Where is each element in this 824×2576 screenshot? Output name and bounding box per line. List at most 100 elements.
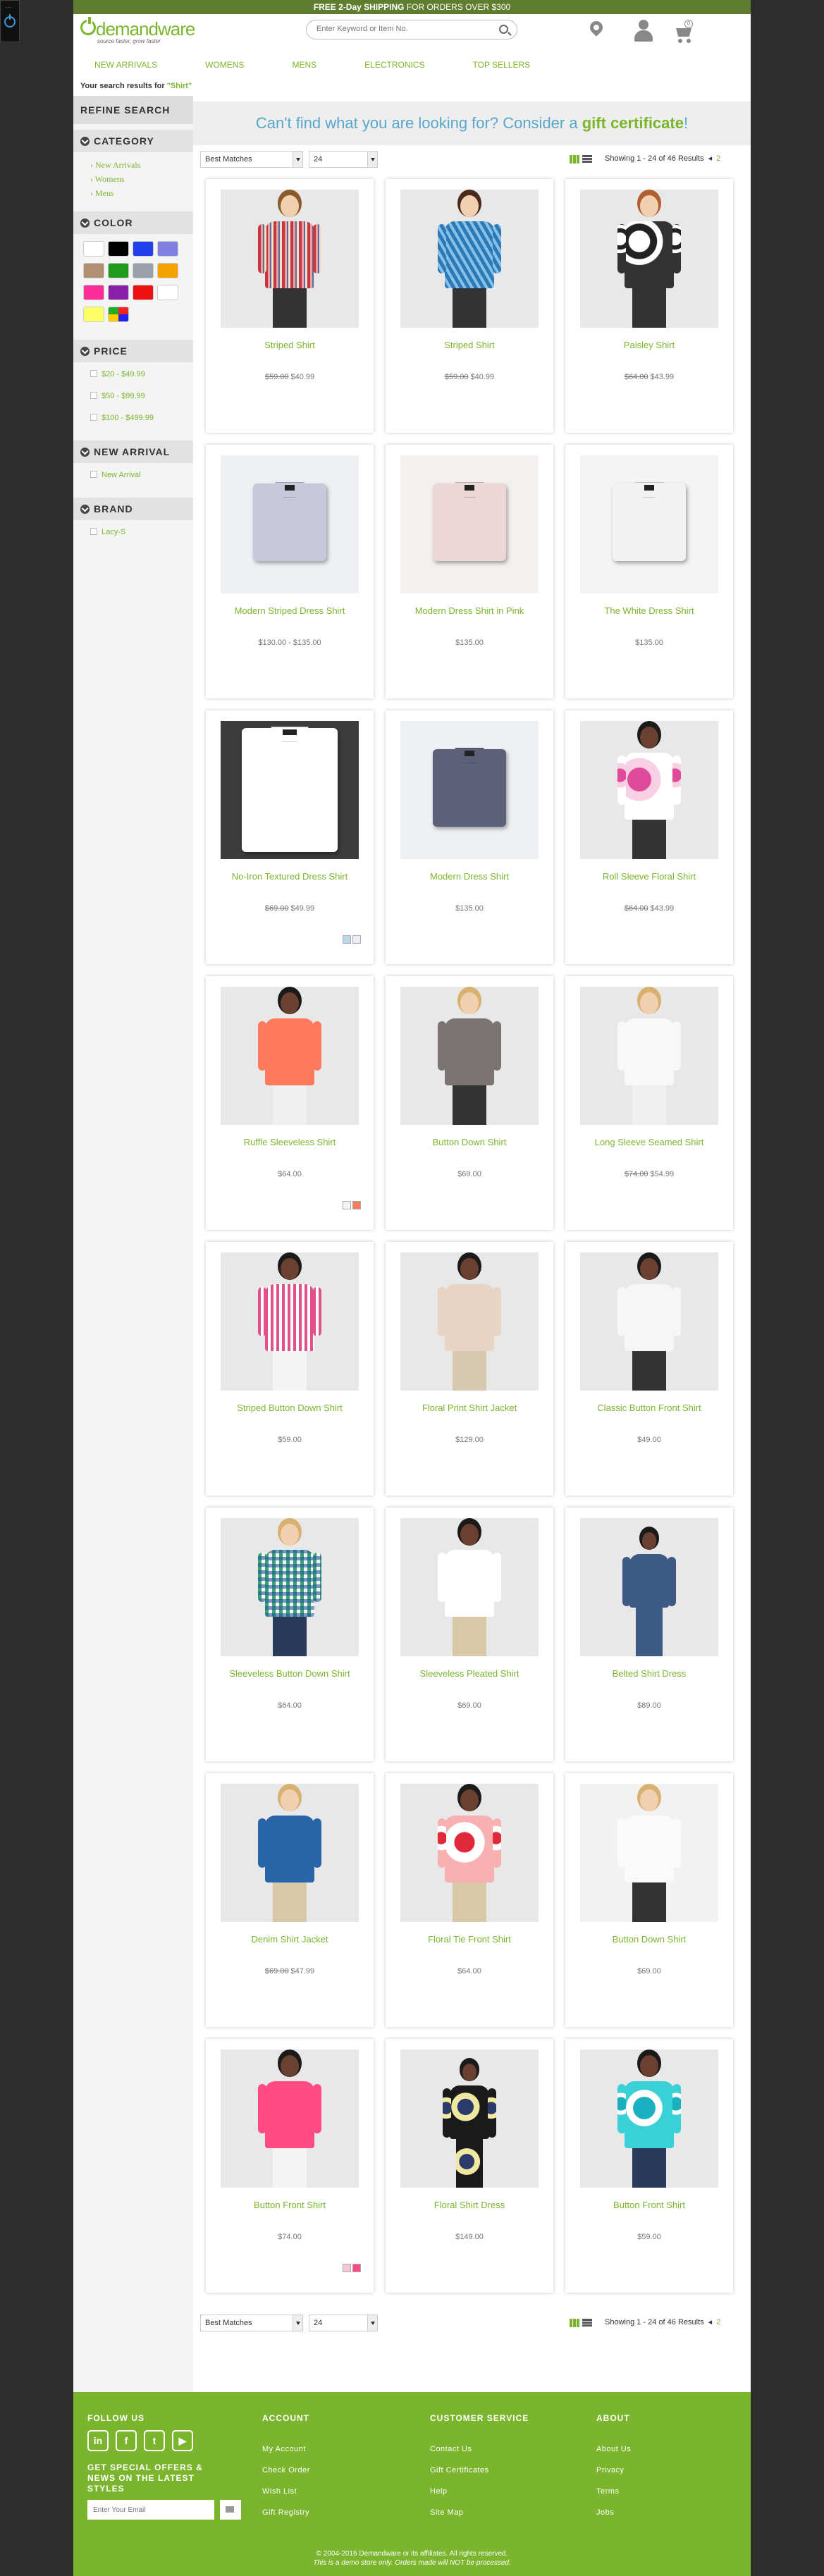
- product-image[interactable]: [221, 2050, 359, 2188]
- logo[interactable]: demandware source faster, grow faster: [80, 17, 195, 47]
- category-header[interactable]: CATEGORY: [73, 130, 193, 152]
- sort-select[interactable]: Best Matches: [200, 151, 303, 168]
- footer-link[interactable]: Gift Registry: [262, 2502, 310, 2523]
- product-image[interactable]: [221, 721, 359, 859]
- product-image[interactable]: [580, 1252, 718, 1391]
- product-name[interactable]: Long Sleeve Seamed Shirt: [565, 1137, 733, 1147]
- footer-link[interactable]: Contact Us: [430, 2439, 529, 2460]
- nav-mens[interactable]: MENS: [292, 51, 316, 79]
- product-name[interactable]: Button Down Shirt: [386, 1137, 553, 1147]
- product-name[interactable]: Ruffle Sleeveless Shirt: [206, 1137, 374, 1147]
- product-name[interactable]: No-Iron Textured Dress Shirt: [206, 871, 374, 882]
- color-swatch[interactable]: [83, 263, 104, 278]
- product-tile[interactable]: Paisley Shirt $64.00 $43.99: [565, 179, 733, 433]
- product-tile[interactable]: Sleeveless Button Down Shirt $64.00: [206, 1508, 374, 1761]
- footer-link[interactable]: Site Map: [430, 2502, 529, 2523]
- product-image[interactable]: [221, 1518, 359, 1656]
- product-tile[interactable]: Button Front Shirt $74.00: [206, 2039, 374, 2293]
- color-swatch[interactable]: [108, 285, 129, 300]
- product-image[interactable]: [221, 190, 359, 328]
- product-tile[interactable]: Button Down Shirt $69.00: [386, 976, 553, 1230]
- color-swatch[interactable]: [157, 285, 178, 300]
- product-image[interactable]: [580, 987, 718, 1125]
- product-tile[interactable]: The White Dress Shirt $135.00: [565, 445, 733, 698]
- footer-link[interactable]: My Account: [262, 2439, 310, 2460]
- product-tile[interactable]: Modern Dress Shirt in Pink $135.00: [386, 445, 553, 698]
- product-name[interactable]: Classic Button Front Shirt: [565, 1403, 733, 1413]
- pagination-left-icon[interactable]: ◂: [708, 2318, 713, 2327]
- product-name[interactable]: Modern Striped Dress Shirt: [206, 605, 374, 616]
- product-name[interactable]: Paisley Shirt: [565, 340, 733, 350]
- product-tile[interactable]: Roll Sleeve Floral Shirt $64.00 $43.99: [565, 710, 733, 964]
- color-swatch[interactable]: [83, 285, 104, 300]
- product-image[interactable]: [580, 721, 718, 859]
- color-swatch[interactable]: [157, 241, 178, 257]
- color-swatch[interactable]: [133, 285, 154, 300]
- product-tile[interactable]: Striped Shirt $59.00 $40.99: [206, 179, 374, 433]
- product-tile[interactable]: Modern Striped Dress Shirt $130.00 - $135…: [206, 445, 374, 698]
- side-widget[interactable]: ···: [0, 0, 20, 42]
- color-swatch[interactable]: [83, 307, 104, 322]
- product-image[interactable]: [580, 190, 718, 328]
- new-arrival-header[interactable]: NEW ARRIVAL: [73, 440, 193, 463]
- pagination-left-icon[interactable]: ◂: [708, 154, 713, 163]
- color-swatch[interactable]: [133, 241, 154, 257]
- product-tile[interactable]: Striped Button Down Shirt $59.00: [206, 1242, 374, 1496]
- product-tile[interactable]: Denim Shirt Jacket $69.00 $47.99: [206, 1773, 374, 2027]
- category-item[interactable]: New Arrivals: [90, 158, 193, 172]
- product-tile[interactable]: No-Iron Textured Dress Shirt $69.00 $49.99: [206, 710, 374, 964]
- product-swatch[interactable]: [352, 2264, 361, 2272]
- cart-icon[interactable]: 0: [673, 20, 694, 44]
- pagination-page-link[interactable]: 2: [716, 2318, 720, 2327]
- brand-filter[interactable]: Lacy-S: [90, 522, 193, 543]
- footer-link[interactable]: Privacy: [596, 2460, 631, 2481]
- product-swatch[interactable]: [343, 2264, 351, 2272]
- product-image[interactable]: [580, 1784, 718, 1922]
- product-swatch[interactable]: [343, 935, 351, 944]
- grid-view-icon[interactable]: [570, 155, 579, 164]
- footer-link[interactable]: Wish List: [262, 2481, 310, 2502]
- product-name[interactable]: Roll Sleeve Floral Shirt: [565, 871, 733, 882]
- page-size-select[interactable]: 24: [309, 2315, 378, 2331]
- product-image[interactable]: [580, 455, 718, 593]
- checkbox[interactable]: [90, 528, 97, 535]
- price-filter[interactable]: $50 - $99.99: [90, 386, 193, 407]
- product-name[interactable]: Button Front Shirt: [565, 2200, 733, 2210]
- color-swatch[interactable]: [108, 241, 129, 257]
- checkbox[interactable]: [90, 414, 97, 421]
- product-tile[interactable]: Floral Tie Front Shirt $64.00: [386, 1773, 553, 2027]
- nav-top-sellers[interactable]: TOP SELLERS: [473, 51, 531, 79]
- product-name[interactable]: Belted Shirt Dress: [565, 1668, 733, 1679]
- product-name[interactable]: Modern Dress Shirt in Pink: [386, 605, 553, 616]
- product-tile[interactable]: Classic Button Front Shirt $49.00: [565, 1242, 733, 1496]
- product-name[interactable]: Sleeveless Button Down Shirt: [206, 1668, 374, 1679]
- product-name[interactable]: Striped Shirt: [386, 340, 553, 350]
- product-image[interactable]: [400, 190, 539, 328]
- color-swatch[interactable]: [108, 307, 129, 322]
- price-filter[interactable]: $100 - $499.99: [90, 407, 193, 429]
- product-image[interactable]: [400, 455, 539, 593]
- page-size-select[interactable]: 24: [309, 151, 378, 168]
- store-locator-icon[interactable]: [587, 18, 605, 37]
- product-tile[interactable]: Floral Print Shirt Jacket $129.00: [386, 1242, 553, 1496]
- product-image[interactable]: [221, 455, 359, 593]
- product-tile[interactable]: Belted Shirt Dress $89.00: [565, 1508, 733, 1761]
- category-item[interactable]: Mens: [90, 186, 193, 200]
- product-image[interactable]: [580, 1518, 718, 1656]
- checkbox[interactable]: [90, 370, 97, 377]
- product-name[interactable]: Button Down Shirt: [565, 1934, 733, 1945]
- youtube-icon[interactable]: ▶: [172, 2430, 193, 2451]
- price-header[interactable]: PRICE: [73, 340, 193, 362]
- footer-link[interactable]: Terms: [596, 2481, 631, 2502]
- product-tile[interactable]: Floral Shirt Dress $149.00: [386, 2039, 553, 2293]
- footer-link[interactable]: Check Order: [262, 2460, 310, 2481]
- power-icon[interactable]: [4, 14, 16, 27]
- product-image[interactable]: [400, 721, 539, 859]
- product-tile[interactable]: Sleeveless Pleated Shirt $69.00: [386, 1508, 553, 1761]
- list-view-icon[interactable]: [582, 2319, 592, 2327]
- product-name[interactable]: Striped Button Down Shirt: [206, 1403, 374, 1413]
- price-filter[interactable]: $20 - $49.99: [90, 364, 193, 386]
- list-view-icon[interactable]: [582, 155, 592, 164]
- footer-link[interactable]: About Us: [596, 2439, 631, 2460]
- product-image[interactable]: [221, 1784, 359, 1922]
